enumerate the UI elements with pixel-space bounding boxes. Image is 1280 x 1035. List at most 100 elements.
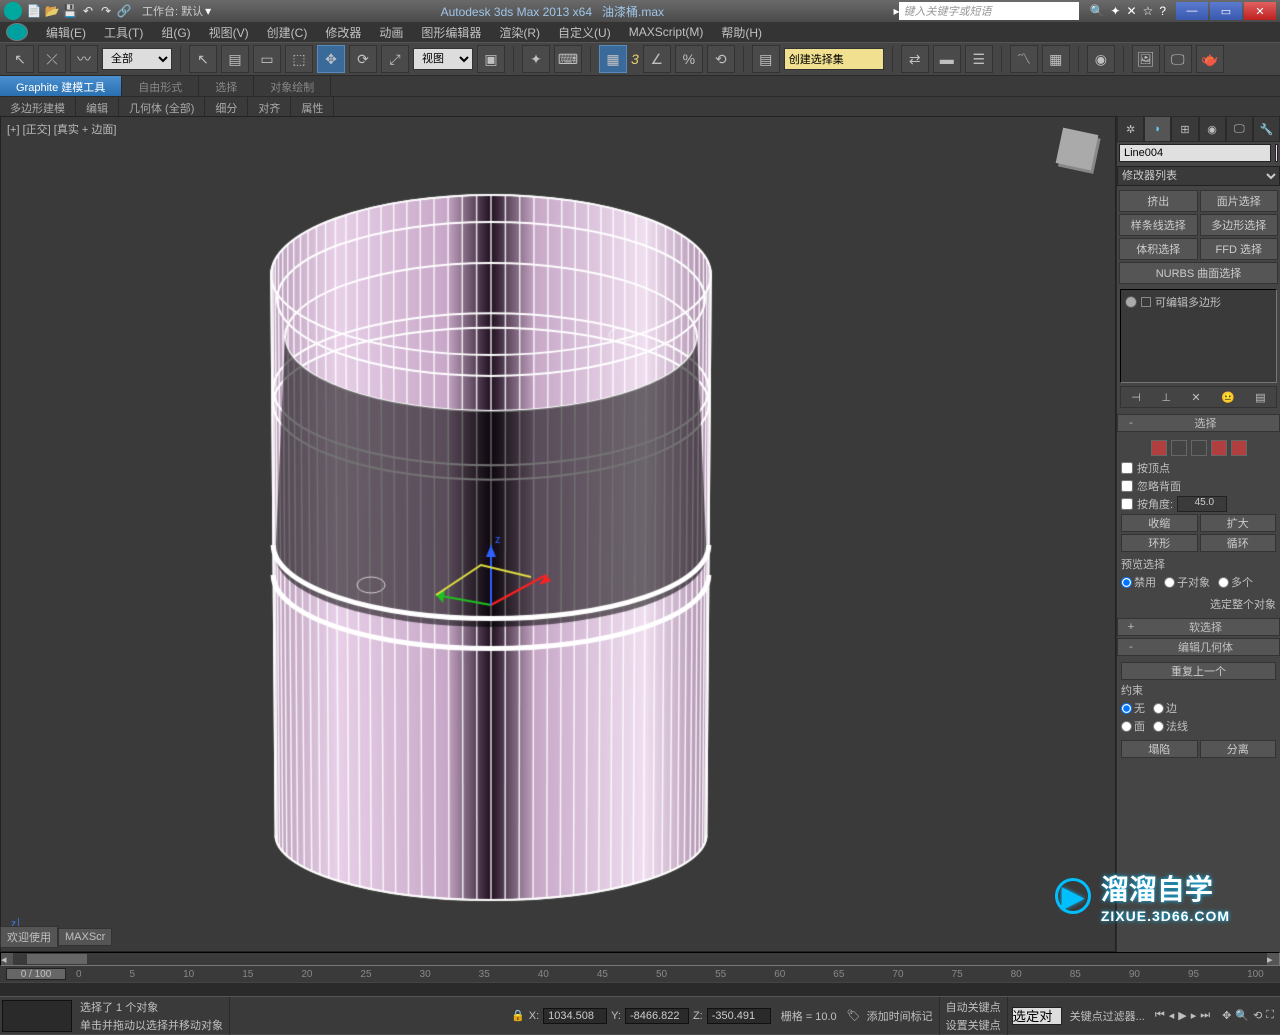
btn-grow[interactable]: 扩大 <box>1200 514 1277 532</box>
radio-edge[interactable] <box>1153 703 1164 714</box>
tab-modify-icon[interactable]: ◗ <box>1144 116 1171 142</box>
ribbon-sub-subdiv[interactable]: 细分 <box>205 97 248 116</box>
ribbon-tab-paint[interactable]: 对象绘制 <box>254 76 331 96</box>
object-name-input[interactable] <box>1119 144 1271 162</box>
btn-polysel[interactable]: 多边形选择 <box>1200 214 1279 236</box>
undo-icon[interactable]: ↶ <box>80 3 96 19</box>
radio-subobj[interactable] <box>1164 577 1175 588</box>
keyboard-shortcut-icon[interactable]: ⌨ <box>554 45 582 73</box>
edit-namesel-icon[interactable]: ▤ <box>752 45 780 73</box>
btn-splinesel[interactable]: 样条线选择 <box>1119 214 1198 236</box>
app-menu-button[interactable] <box>6 23 28 41</box>
goto-start-icon[interactable]: ⏮ <box>1155 1009 1165 1022</box>
coord-y[interactable]: -8466.822 <box>625 1008 689 1024</box>
pin-icon[interactable]: ⊣ <box>1131 391 1141 404</box>
btn-shrink[interactable]: 收缩 <box>1121 514 1198 532</box>
coord-z[interactable]: -350.491 <box>707 1008 771 1024</box>
minimize-button[interactable]: — <box>1176 2 1208 20</box>
select-scale-icon[interactable]: ⤢ <box>381 45 409 73</box>
layer-icon[interactable]: ☰ <box>965 45 993 73</box>
btn-volsel[interactable]: 体积选择 <box>1119 238 1198 260</box>
select-name-icon[interactable]: ▤ <box>221 45 249 73</box>
show-end-icon[interactable]: ⊥ <box>1161 391 1171 404</box>
menu-tools[interactable]: 工具(T) <box>96 22 151 43</box>
pivot-center-icon[interactable]: ▣ <box>477 45 505 73</box>
element-icon[interactable] <box>1231 440 1247 456</box>
rendered-frame-icon[interactable]: 🖵 <box>1164 45 1192 73</box>
tab-hierarchy-icon[interactable]: ⊞ <box>1171 116 1198 142</box>
subscription-icon[interactable]: ✦ <box>1110 4 1120 18</box>
object-color[interactable] <box>1275 144 1278 162</box>
radio-face[interactable] <box>1121 721 1132 732</box>
percent-snap-icon[interactable]: % <box>675 45 703 73</box>
ribbon-sub-polymodel[interactable]: 多边形建模 <box>0 97 76 116</box>
maxscript-tab[interactable]: MAXScr <box>58 928 112 946</box>
next-frame-icon[interactable]: ▸ <box>1191 1009 1197 1022</box>
maximize-vp-icon[interactable]: ⛶ <box>1266 1009 1274 1022</box>
ribbon-tab-select[interactable]: 选择 <box>199 76 254 96</box>
btn-loop[interactable]: 循环 <box>1200 534 1277 552</box>
snap-2d-icon[interactable]: ▦ <box>599 45 627 73</box>
mirror-icon[interactable]: ⇄ <box>901 45 929 73</box>
time-slider[interactable]: 0 / 100 <box>6 968 66 980</box>
workspace-label[interactable]: 工作台: 默认 <box>142 3 203 19</box>
autokey-button[interactable]: 自动关键点 <box>946 999 1001 1015</box>
pan-icon[interactable]: ✥ <box>1222 1009 1231 1022</box>
radio-disable[interactable] <box>1121 577 1132 588</box>
keyfilter-button[interactable]: 关键点过滤器... <box>1066 1008 1149 1024</box>
select-region-icon[interactable]: ▭ <box>253 45 281 73</box>
roll-softsel-header[interactable]: +软选择 <box>1117 618 1280 636</box>
bind-spacewarp-icon[interactable]: 〰 <box>70 45 98 73</box>
add-time-tag[interactable]: 添加时间标记 <box>861 1008 939 1024</box>
selection-filter[interactable]: 全部 <box>102 48 172 70</box>
orbit-icon[interactable]: ⟲ <box>1253 1009 1262 1022</box>
menu-group[interactable]: 组(G) <box>153 22 198 43</box>
time-tag-icon[interactable]: 🏷 <box>847 1009 861 1022</box>
btn-nurbs[interactable]: NURBS 曲面选择 <box>1119 262 1278 284</box>
menu-edit[interactable]: 编辑(E) <box>38 22 94 43</box>
select-move-icon[interactable]: ✥ <box>317 45 345 73</box>
select-rotate-icon[interactable]: ⟳ <box>349 45 377 73</box>
menu-help[interactable]: 帮助(H) <box>713 22 770 43</box>
selected-box[interactable] <box>1012 1007 1062 1025</box>
maximize-button[interactable]: ▭ <box>1210 2 1242 20</box>
welcome-tab[interactable]: 欢迎使用 <box>0 926 58 948</box>
angle-snap-icon[interactable]: ∠ <box>643 45 671 73</box>
manip-icon[interactable]: ✦ <box>522 45 550 73</box>
ribbon-tab-freeform[interactable]: 自由形式 <box>122 76 199 96</box>
tab-utility-icon[interactable]: 🔧 <box>1253 116 1280 142</box>
menu-anim[interactable]: 动画 <box>371 22 411 43</box>
viewport-canvas[interactable] <box>1 135 1061 943</box>
btn-detach[interactable]: 分离 <box>1200 740 1277 758</box>
timeline[interactable]: 0 / 100 05101520253035404550556065707580… <box>0 966 1280 982</box>
redo-icon[interactable]: ↷ <box>98 3 114 19</box>
angle-spinner[interactable]: 45.0 <box>1177 496 1227 512</box>
roll-editgeo-header[interactable]: -编辑几何体 <box>1117 638 1280 656</box>
btn-ffdsel[interactable]: FFD 选择 <box>1200 238 1279 260</box>
link-icon[interactable]: 🔗 <box>116 3 132 19</box>
search-go-icon[interactable]: 🔍 <box>1089 4 1104 18</box>
viewport-scrollbar[interactable]: ◂▸ <box>0 952 1280 966</box>
save-icon[interactable]: 💾 <box>62 3 78 19</box>
btn-facesel[interactable]: 面片选择 <box>1200 190 1279 212</box>
unlink-icon[interactable]: ⤫ <box>38 45 66 73</box>
configure-icon[interactable]: ▤ <box>1255 391 1265 404</box>
chk-byvertex[interactable] <box>1121 462 1133 474</box>
zoom-icon[interactable]: 🔍 <box>1235 1009 1249 1022</box>
viewcube[interactable] <box>1053 125 1103 175</box>
tab-create-icon[interactable]: ✲ <box>1117 116 1144 142</box>
open-icon[interactable]: 📂 <box>44 3 60 19</box>
refcoord-system[interactable]: 视图 <box>413 48 473 70</box>
radio-normal[interactable] <box>1153 721 1164 732</box>
radio-none[interactable] <box>1121 703 1132 714</box>
new-icon[interactable]: 📄 <box>26 3 42 19</box>
spinner-snap-icon[interactable]: ⟲ <box>707 45 735 73</box>
help-icon[interactable]: ? <box>1159 4 1166 18</box>
btn-repeat[interactable]: 重复上一个 <box>1121 662 1276 680</box>
btn-collapse[interactable]: 塌陷 <box>1121 740 1198 758</box>
ribbon-sub-geo[interactable]: 几何体 (全部) <box>119 97 205 116</box>
render-icon[interactable]: 🫖 <box>1196 45 1224 73</box>
goto-end-icon[interactable]: ⏭ <box>1200 1009 1210 1022</box>
curve-editor-icon[interactable]: 〽 <box>1010 45 1038 73</box>
chk-byangle[interactable] <box>1121 498 1133 510</box>
